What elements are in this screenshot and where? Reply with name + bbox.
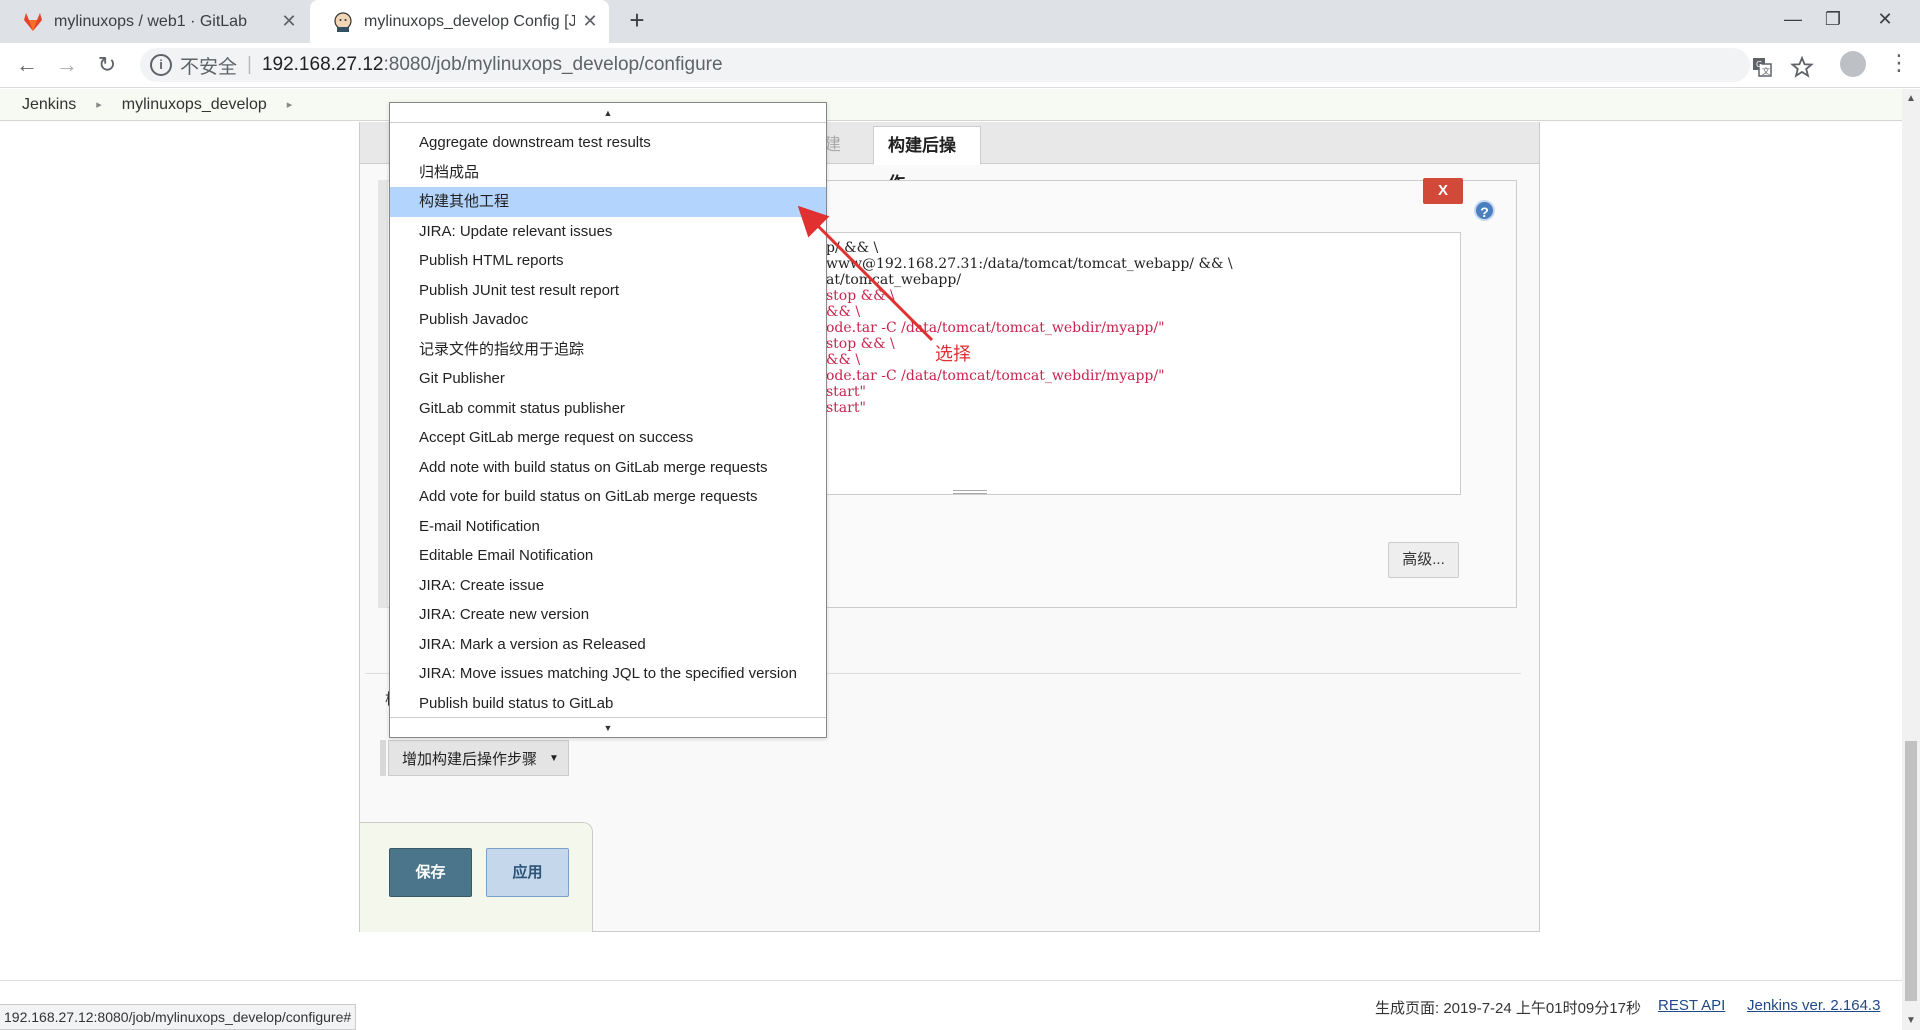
back-button[interactable]: ← — [10, 49, 44, 83]
menu-item[interactable]: Publish build status to GitLab — [390, 689, 826, 719]
command-line: && \ — [826, 304, 861, 320]
tab-gitlab[interactable]: mylinuxops / web1 · GitLab ✕ — [0, 0, 308, 43]
profile-avatar[interactable] — [1840, 51, 1866, 77]
command-line: ode.tar -C /data/tomcat/tomcat_webdir/my… — [826, 368, 1165, 384]
advanced-button[interactable]: 高级... — [1388, 542, 1459, 578]
resize-grip[interactable] — [953, 490, 987, 494]
menu-item[interactable]: JIRA: Mark a version as Released — [390, 630, 826, 660]
tab-close-icon[interactable]: ✕ — [274, 11, 304, 32]
add-post-build-step-button[interactable]: 增加构建后操作步骤 ▼ — [388, 740, 569, 776]
tab-title: mylinuxops / web1 · GitLab — [54, 12, 247, 30]
delete-step-button[interactable]: X — [1423, 178, 1463, 204]
address-bar[interactable]: i 不安全 | 192.168.27.12 :8080/job/mylinuxo… — [140, 48, 1750, 82]
tab-strip: mylinuxops / web1 · GitLab ✕ mylinuxops_… — [0, 0, 1920, 43]
save-button[interactable]: 保存 — [389, 848, 472, 897]
reload-button[interactable]: ↻ — [90, 49, 124, 83]
address-host: 192.168.27.12 — [261, 54, 384, 75]
command-line: at/tomcat_webapp/ — [826, 272, 962, 288]
translate-icon[interactable]: G 文 — [1750, 55, 1774, 79]
tab-title: mylinuxops_develop Config [Je — [364, 12, 575, 30]
breadcrumb-arrow-icon[interactable]: ▸ — [287, 98, 293, 111]
add-step-label: 增加构建后操作步骤 — [402, 750, 538, 768]
menu-item[interactable]: Publish JUnit test result report — [390, 276, 826, 306]
status-bar-url: 192.168.27.12:8080/job/mylinuxops_develo… — [0, 1004, 357, 1030]
security-label: 不安全 — [180, 56, 238, 78]
menu-scroll-down-icon[interactable]: ▼ — [390, 717, 826, 737]
rest-api-link[interactable]: REST API — [1658, 997, 1725, 1014]
page-scrollbar[interactable]: ▲ ▼ — [1902, 89, 1920, 1030]
forward-button[interactable]: → — [50, 49, 84, 83]
menu-item[interactable]: E-mail Notification — [390, 512, 826, 542]
scroll-up-icon[interactable]: ▲ — [1902, 93, 1920, 104]
drag-handle[interactable] — [378, 180, 388, 608]
drag-handle[interactable] — [380, 740, 386, 776]
svg-text:文: 文 — [1762, 66, 1770, 76]
command-line: ode.tar -C /data/tomcat/tomcat_webdir/my… — [826, 320, 1165, 336]
menu-item[interactable]: 记录文件的指纹用于追踪 — [390, 335, 826, 365]
menu-list: Aggregate downstream test results 归档成品 构建其… — [390, 128, 826, 718]
menu-item[interactable]: 构建其他工程 — [390, 187, 826, 217]
generated-time: 生成页面: 2019-7-24 上午01时09分17秒 — [1375, 1000, 1641, 1017]
command-line: p/ && \ — [826, 240, 879, 256]
breadcrumb: Jenkins ▸ mylinuxops_develop ▸ — [0, 89, 1902, 121]
jenkins-version-link[interactable]: Jenkins ver. 2.164.3 — [1747, 997, 1880, 1014]
browser-menu-icon[interactable]: ⋮ — [1888, 50, 1910, 76]
breadcrumb-jenkins[interactable]: Jenkins — [22, 96, 76, 114]
menu-item[interactable]: Accept GitLab merge request on success — [390, 423, 826, 453]
browser-toolbar: ← → ↻ i 不安全 | 192.168.27.12 :8080/job/my… — [0, 43, 1920, 88]
tab-post-build[interactable]: 构建后操作 — [873, 126, 981, 193]
menu-item[interactable]: Publish Javadoc — [390, 305, 826, 335]
menu-item[interactable]: Editable Email Notification — [390, 541, 826, 571]
info-icon[interactable]: i — [150, 54, 172, 76]
star-icon[interactable] — [1790, 55, 1814, 79]
menu-item[interactable]: 归档成品 — [390, 158, 826, 188]
chevron-down-icon: ▼ — [549, 752, 559, 764]
apply-button[interactable]: 应用 — [486, 848, 569, 897]
menu-item[interactable]: Add vote for build status on GitLab merg… — [390, 482, 826, 512]
command-line: www@192.168.27.31:/data/tomcat/tomcat_we… — [826, 256, 1233, 272]
breadcrumb-arrow-icon[interactable]: ▸ — [96, 98, 102, 111]
tab-close-icon[interactable]: ✕ — [575, 11, 605, 32]
post-build-action-menu[interactable]: ▲ Aggregate downstream test results 归档成品构… — [389, 102, 827, 738]
maximize-button[interactable]: ❐ — [1808, 0, 1858, 40]
command-line: && \ — [826, 352, 861, 368]
menu-item[interactable]: JIRA: Create issue — [390, 571, 826, 601]
menu-item[interactable]: JIRA: Create new version — [390, 600, 826, 630]
menu-scroll-up-icon[interactable]: ▲ — [390, 103, 826, 123]
jenkins-icon — [334, 11, 352, 32]
menu-item[interactable]: JIRA: Update relevant issues — [390, 217, 826, 247]
scroll-down-icon[interactable]: ▼ — [1902, 1015, 1920, 1026]
command-line: start" — [826, 400, 866, 416]
menu-item[interactable]: JIRA: Move issues matching JQL to the sp… — [390, 659, 826, 689]
address-separator: | — [247, 54, 252, 75]
menu-item[interactable]: Aggregate downstream test results — [390, 128, 826, 158]
menu-item[interactable]: GitLab commit status publisher — [390, 394, 826, 424]
annotation-label: 选择 — [935, 344, 971, 364]
command-line: stop && \ — [826, 288, 895, 304]
command-line: start" — [826, 384, 866, 400]
tab-jenkins-config[interactable]: mylinuxops_develop Config [Je ✕ — [310, 0, 609, 43]
menu-item[interactable]: Add note with build status on GitLab mer… — [390, 453, 826, 483]
address-path: :8080/job/mylinuxops_develop/configure — [383, 54, 723, 75]
close-window-button[interactable]: ✕ — [1860, 0, 1910, 40]
menu-item[interactable]: Git Publisher — [390, 364, 826, 394]
breadcrumb-job[interactable]: mylinuxops_develop — [122, 96, 267, 114]
scrollbar-thumb[interactable] — [1905, 741, 1917, 1001]
command-line: stop && \ — [826, 336, 895, 352]
gitlab-icon — [24, 12, 42, 31]
new-tab-button[interactable]: + — [622, 6, 652, 36]
menu-item[interactable]: Publish HTML reports — [390, 246, 826, 276]
help-icon[interactable]: ? — [1474, 200, 1495, 221]
